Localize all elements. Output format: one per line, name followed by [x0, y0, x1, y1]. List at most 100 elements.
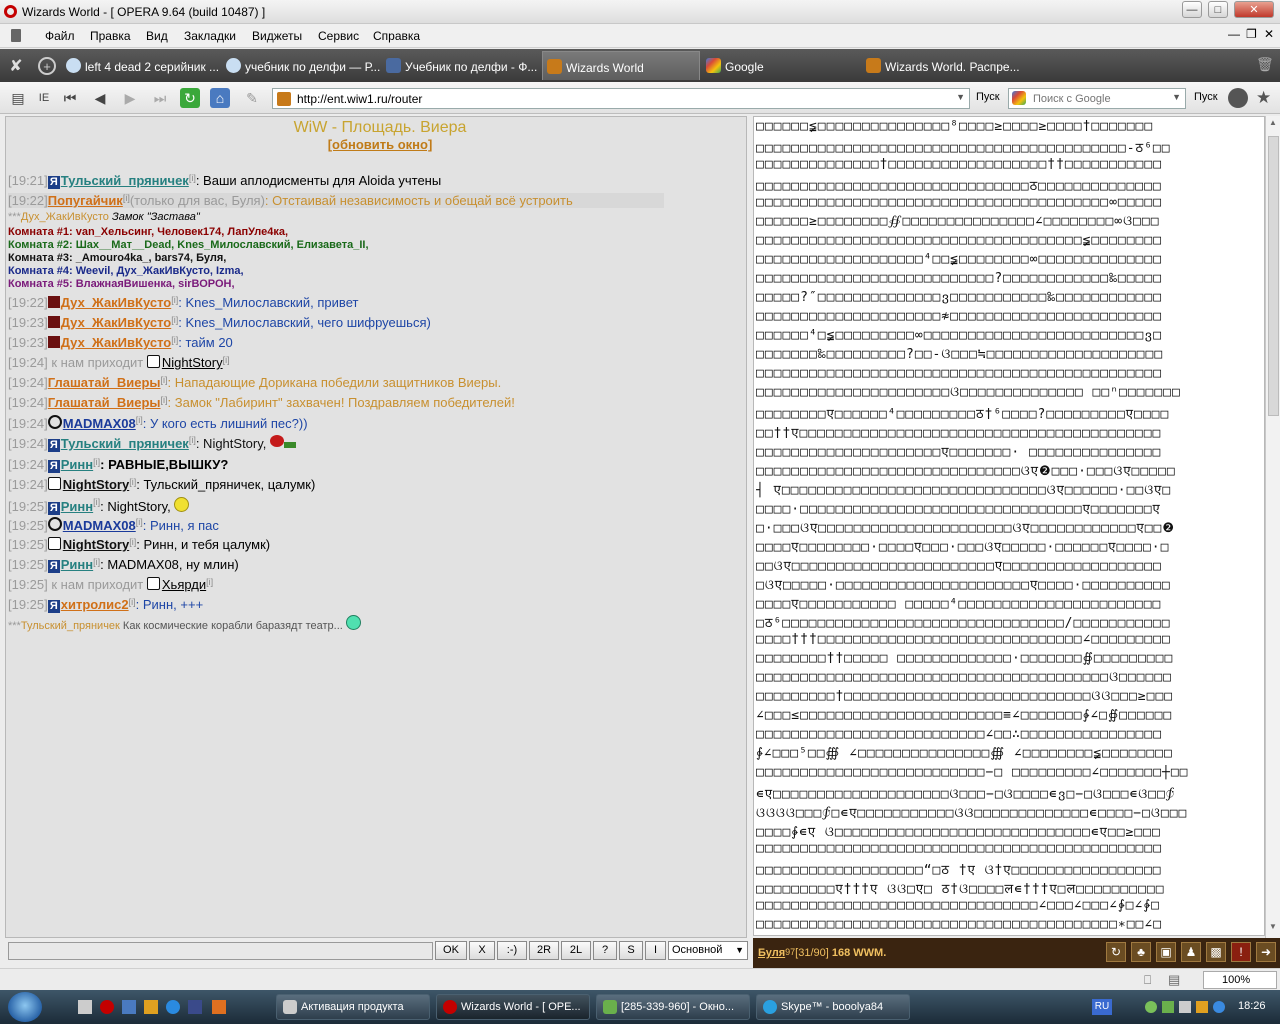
nick[interactable]: Тульский_пряничек [61, 436, 189, 451]
transfer-icon[interactable]: ⎕ [1144, 973, 1151, 988]
exit-icon[interactable]: ➜ [1256, 942, 1276, 962]
home-icon[interactable]: ⌂ [210, 88, 230, 108]
tab-left4dead[interactable]: left 4 dead 2 серийник ... [62, 51, 220, 80]
chat-message-input[interactable] [8, 942, 433, 960]
page-icon[interactable] [11, 29, 21, 42]
nick[interactable]: Дух_ЖакИвКусто [21, 211, 109, 223]
character-icon[interactable]: ♟ [1181, 942, 1201, 962]
zoom-select[interactable]: 100% [1203, 971, 1277, 989]
nick[interactable]: MADMAX08 [63, 518, 136, 533]
info-link[interactable]: [i] [136, 415, 143, 425]
nick[interactable]: NightStory [63, 477, 129, 492]
task-product-activation[interactable]: Активация продукта [276, 994, 430, 1020]
scroll-down-icon[interactable]: ▼ [1269, 922, 1277, 931]
tray-icon[interactable] [1196, 1001, 1208, 1013]
tab-google[interactable]: Google [702, 51, 860, 80]
rewind-icon[interactable]: ⏮ [60, 88, 80, 108]
nick[interactable]: Дух_ЖакИвКусто [61, 315, 171, 330]
nick[interactable]: MADMAX08 [63, 416, 136, 431]
info-link[interactable]: [i] [161, 375, 168, 385]
nick[interactable]: NightStory [63, 537, 129, 552]
back-icon[interactable]: ◀ [90, 88, 110, 108]
help-button[interactable]: ? [593, 941, 617, 960]
tab-wizards-world-2[interactable]: Wizards World. Распре... [862, 51, 1020, 80]
info-link[interactable]: [i] [136, 517, 143, 527]
info-link[interactable]: [i] [189, 173, 196, 183]
refresh-window-link[interactable]: [обновить окно] [328, 137, 433, 152]
search-dropdown-icon[interactable]: ▼ [1172, 92, 1181, 102]
nick[interactable]: Попугайчик [48, 193, 123, 208]
quicklaunch-icon[interactable] [144, 1000, 158, 1014]
tab-wizards-world[interactable]: Wizards World [542, 51, 700, 80]
quicklaunch-icon[interactable] [212, 1000, 226, 1014]
nick[interactable]: Тульский_пряничек [21, 620, 120, 632]
edit-icon[interactable]: ✎ [242, 88, 262, 108]
ie-button[interactable]: IE [34, 88, 54, 108]
quicklaunch-icon[interactable] [188, 1000, 202, 1014]
nick[interactable]: Дух_ЖакИвКусто [61, 335, 171, 350]
menu-tools[interactable]: Сервис [318, 29, 359, 43]
info-link[interactable]: [i] [206, 577, 213, 587]
alert-icon[interactable]: ! [1231, 942, 1251, 962]
ok-button[interactable]: OK [435, 941, 467, 960]
panel-icon[interactable]: ▤ [8, 88, 28, 108]
smiles-button[interactable]: :-) [497, 941, 527, 960]
tray-icon[interactable] [1162, 1001, 1174, 1013]
nick[interactable]: Дух_ЖакИвКусто [61, 295, 171, 310]
close-button[interactable]: ✕ [1234, 1, 1274, 18]
s-button[interactable]: S [619, 941, 643, 960]
reload-icon[interactable]: ↻ [180, 88, 200, 108]
clock[interactable]: 18:26 [1238, 1000, 1266, 1012]
nick[interactable]: NightStory [162, 355, 223, 370]
tree-icon[interactable]: ♣ [1131, 942, 1151, 962]
quicklaunch-opera-icon[interactable] [100, 1000, 114, 1014]
nick[interactable]: Ринн [61, 557, 93, 572]
book-icon[interactable]: ▩ [1206, 942, 1226, 962]
tray-icon[interactable] [1179, 1001, 1191, 1013]
translit-2r-button[interactable]: 2R [529, 941, 559, 960]
start-button[interactable] [8, 992, 42, 1022]
task-icq-window[interactable]: [285-339-960] - Окно... [596, 994, 750, 1020]
menu-file[interactable]: Файл [45, 29, 75, 43]
info-link[interactable]: [i] [223, 355, 230, 365]
tray-icon[interactable] [1145, 1001, 1157, 1013]
fast-forward-icon[interactable]: ⏭ [150, 88, 170, 108]
menu-edit[interactable]: Правка [90, 29, 131, 43]
search-box[interactable]: ▼ [1008, 88, 1186, 109]
search-go-button[interactable]: Пуск [1194, 91, 1218, 103]
tray-icon[interactable] [1213, 1001, 1225, 1013]
info-link[interactable]: [i] [161, 395, 168, 405]
quicklaunch-icon[interactable] [78, 1000, 92, 1014]
info-link[interactable]: [i] [123, 193, 130, 203]
address-dropdown-icon[interactable]: ▼ [956, 92, 965, 102]
info-link[interactable]: [i] [129, 597, 136, 607]
maximize-button[interactable]: □ [1208, 1, 1228, 18]
address-bar[interactable]: http://ent.wiw1.ru/router ▼ [272, 88, 970, 109]
channel-select[interactable]: Основной ▼ [668, 941, 748, 960]
tools-icon[interactable]: ✘ [6, 56, 26, 76]
bookmark-star-icon[interactable]: ★ [1256, 88, 1271, 108]
inventory-icon[interactable]: ▣ [1156, 942, 1176, 962]
tab-delphi-2[interactable]: Учебник по делфи - Ф... [382, 51, 540, 80]
tab-delphi-1[interactable]: учебник по делфи — Р... [222, 51, 380, 80]
quicklaunch-icon[interactable] [122, 1000, 136, 1014]
nick[interactable]: Ринн [61, 457, 93, 472]
trash-icon[interactable]: 🗑 [1256, 56, 1274, 74]
forward-icon[interactable]: ▶ [120, 88, 140, 108]
menu-help[interactable]: Справка [373, 29, 420, 43]
nick[interactable]: хитролис2 [61, 597, 129, 612]
close-tab-icon[interactable]: ✕ [1264, 27, 1274, 41]
refresh-icon[interactable]: ↻ [1106, 942, 1126, 962]
vertical-scrollbar[interactable]: ▲ ▼ [1265, 116, 1280, 938]
new-tab-icon[interactable]: + [38, 57, 56, 75]
clear-button[interactable]: X [469, 941, 495, 960]
nick[interactable]: Глашатай_Виеры [48, 375, 161, 390]
nick[interactable]: Хьярди [162, 577, 206, 592]
menu-bookmarks[interactable]: Закладки [184, 29, 236, 43]
restore-minimize-icon[interactable]: — [1228, 27, 1240, 41]
menu-view[interactable]: Вид [146, 29, 168, 43]
nick[interactable]: Тульский_пряничек [61, 173, 189, 188]
restore-icon[interactable]: ❐ [1246, 27, 1257, 41]
player-nick[interactable]: Буля [758, 947, 785, 959]
speed-dial-icon[interactable] [1228, 88, 1248, 108]
